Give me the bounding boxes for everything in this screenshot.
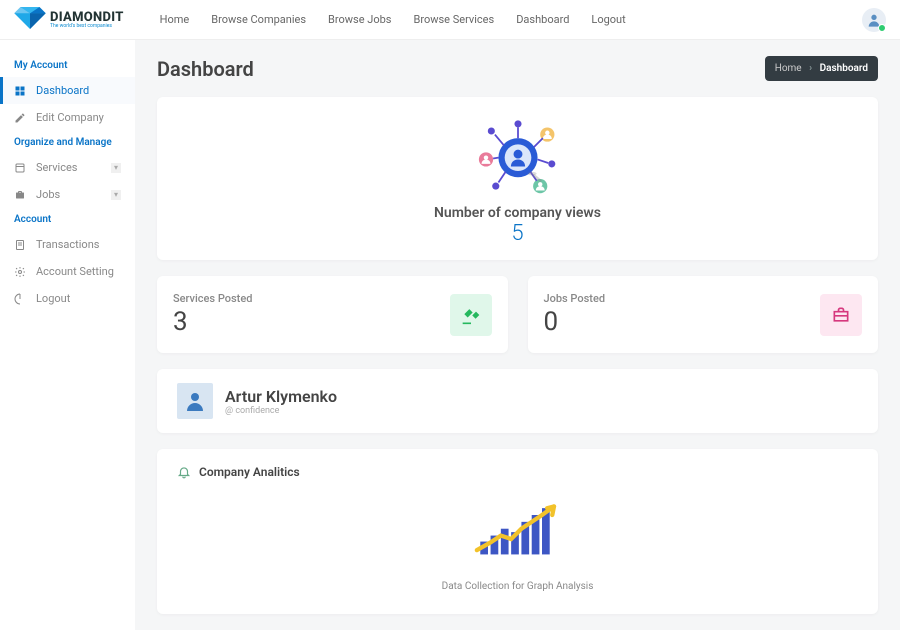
gavel-icon <box>450 294 492 336</box>
top-header: DIAMONDIT The world's best companies Hom… <box>0 0 900 40</box>
briefcase-icon <box>820 294 862 336</box>
jobs-icon <box>14 189 26 201</box>
jobs-posted-value: 0 <box>544 307 606 337</box>
bar-chart-icon <box>473 503 563 563</box>
nav-browse-services[interactable]: Browse Services <box>413 13 494 26</box>
sidebar-item-logout[interactable]: Logout <box>0 285 135 312</box>
services-posted-value: 3 <box>173 307 252 337</box>
nav-browse-companies[interactable]: Browse Companies <box>211 13 306 26</box>
sidebar-item-account-setting[interactable]: Account Setting <box>0 258 135 285</box>
sidebar-item-services[interactable]: Services ▾ <box>0 154 135 181</box>
sidebar-group-organize: Organize and Manage <box>0 131 135 154</box>
sidebar-item-label: Edit Company <box>36 111 104 124</box>
profile-avatar-icon <box>177 383 213 419</box>
edit-icon <box>14 112 26 124</box>
page-title: Dashboard <box>157 57 254 81</box>
logout-icon <box>14 293 26 305</box>
breadcrumb-home[interactable]: Home <box>775 63 802 74</box>
sidebar-group-account: Account <box>0 208 135 231</box>
user-icon <box>866 12 882 28</box>
settings-icon <box>14 266 26 278</box>
sidebar-item-jobs[interactable]: Jobs ▾ <box>0 181 135 208</box>
breadcrumb: Home › Dashboard <box>765 56 878 81</box>
user-avatar[interactable] <box>862 8 886 32</box>
jobs-posted-card: Jobs Posted 0 <box>528 276 879 353</box>
profile-handle: @ confidence <box>225 406 337 416</box>
bell-icon <box>177 465 191 479</box>
sidebar-item-dashboard[interactable]: Dashboard <box>0 77 135 104</box>
logo[interactable]: DIAMONDIT The world's best companies <box>14 7 124 33</box>
breadcrumb-current: Dashboard <box>820 63 868 74</box>
company-analytics-card: Company Analitics Data Collection for Gr… <box>157 449 878 614</box>
network-icon <box>473 115 563 195</box>
nav-browse-jobs[interactable]: Browse Jobs <box>328 13 391 26</box>
sidebar-item-label: Jobs <box>36 188 60 201</box>
breadcrumb-separator: › <box>809 63 812 74</box>
analytics-title: Company Analitics <box>199 465 300 479</box>
sidebar-item-transactions[interactable]: Transactions <box>0 231 135 258</box>
top-nav: Home Browse Companies Browse Jobs Browse… <box>160 13 626 26</box>
sidebar-item-label: Logout <box>36 292 70 305</box>
chevron-down-icon: ▾ <box>111 190 121 200</box>
profile-name: Artur Klymenko <box>225 387 337 406</box>
transactions-icon <box>14 239 26 251</box>
jobs-posted-label: Jobs Posted <box>544 292 606 305</box>
company-views-value: 5 <box>177 221 858 246</box>
main-content: Dashboard Home › Dashboard <box>135 40 900 630</box>
services-icon <box>14 162 26 174</box>
nav-dashboard[interactable]: Dashboard <box>516 13 569 26</box>
sidebar-item-edit-company[interactable]: Edit Company <box>0 104 135 131</box>
chevron-down-icon: ▾ <box>111 163 121 173</box>
nav-home[interactable]: Home <box>160 13 190 26</box>
diamond-logo-icon <box>14 7 46 33</box>
sidebar-item-label: Dashboard <box>36 84 89 97</box>
sidebar-item-label: Account Setting <box>36 265 114 278</box>
sidebar: My Account Dashboard Edit Company Organi… <box>0 40 135 630</box>
company-views-label: Number of company views <box>177 205 858 221</box>
services-posted-label: Services Posted <box>173 292 252 305</box>
dashboard-icon <box>14 85 26 97</box>
analytics-caption: Data Collection for Graph Analysis <box>177 581 858 592</box>
company-views-card: Number of company views 5 <box>157 97 878 260</box>
nav-logout[interactable]: Logout <box>591 13 625 26</box>
profile-card: Artur Klymenko @ confidence <box>157 369 878 433</box>
services-posted-card: Services Posted 3 <box>157 276 508 353</box>
sidebar-item-label: Services <box>36 161 77 174</box>
sidebar-group-my-account: My Account <box>0 54 135 77</box>
sidebar-item-label: Transactions <box>36 238 99 251</box>
